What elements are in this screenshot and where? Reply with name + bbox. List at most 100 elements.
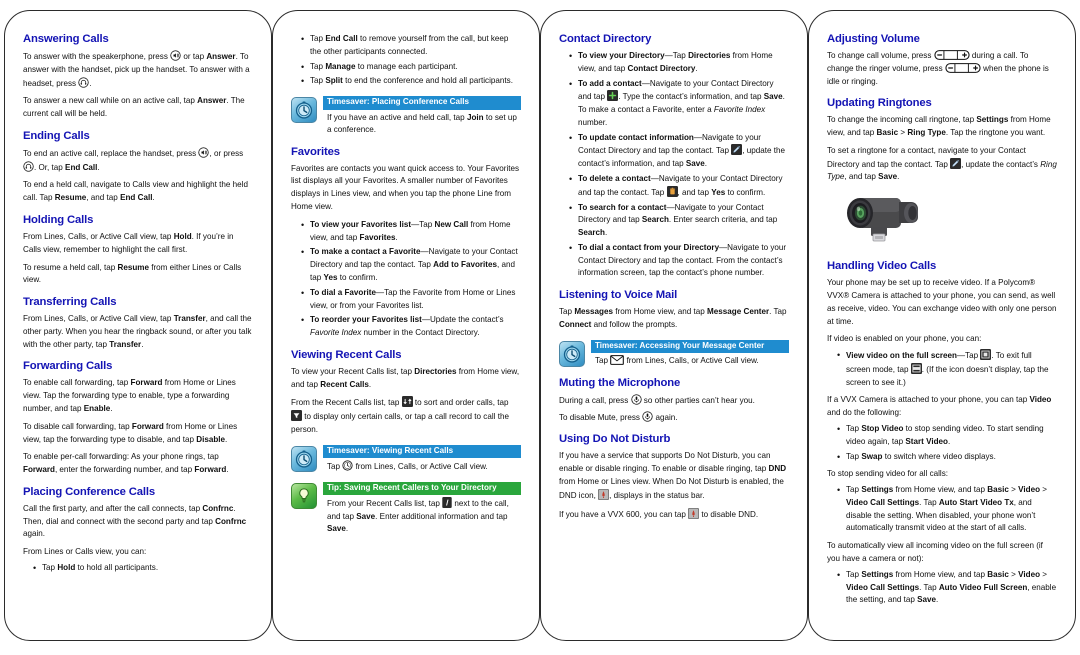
list-item: Tap Settings from Home view, and tap Bas… [837,483,1057,535]
callout-body: Timesaver: Viewing Recent Calls Tap from… [323,444,521,474]
label-settings: Settings [976,115,1009,125]
label-transfer: Transfer [173,314,206,324]
label-start-video: Start Video [905,436,948,446]
text: to confirm. [337,272,378,282]
polycom-vvx-camera-photo [827,190,1057,251]
label-settings: Settings [861,485,894,495]
label-lead: To make a contact a Favorite [310,247,421,257]
callout-title: Timesaver: Accessing Your Message Center [591,339,789,354]
text: Tap [846,451,860,461]
label-connect: Connect [559,320,592,330]
label-lead: To dial a Favorite [310,287,376,297]
label-search: Search [578,228,605,238]
delete-contact-icon [666,185,678,197]
text: to sort and order calls, tap [414,398,509,408]
label-answer: Answer [206,51,236,61]
text: from Lines, Calls, or Active Call view. [355,462,488,472]
list-item: To dial a Favorite—Tap the Favorite from… [301,286,521,313]
paragraph-conference-2: From Lines or Calls view, you can: [23,547,147,557]
label-lead: To view your Favorites list [310,219,412,229]
text: , update the contact’s [961,159,1038,169]
label-recent-calls: Recent Calls [320,379,369,389]
text: . Tap the ringtone you want. [945,128,1046,138]
text: to disable DND. [701,509,759,519]
do-not-disturb-icon [688,507,700,519]
list-video-stop-all: Tap Settings from Home view, and tap Bas… [827,483,1057,535]
text: To answer a new call while on an active … [23,96,195,106]
heading-answering-calls: Answering Calls [23,33,109,45]
callout-text: Tap from Lines, Calls, or Active Call vi… [591,355,789,368]
text: . Tap [919,497,937,507]
speakerphone-icon [198,147,210,158]
paragraph-recent-2: From the Recent Calls list, tap to sort … [291,396,521,436]
callout-timesaver-message-center: Timesaver: Accessing Your Message Center… [559,339,789,368]
text: to display only certain calls, or tap a … [291,412,509,434]
heading-placing-conference-calls: Placing Conference Calls [23,485,156,498]
callout-text: If you have an active and held call, tap… [323,112,521,137]
paragraph-ringtones-1: To change the incoming call ringtone, ta… [827,114,1057,140]
heading-using-do-not-disturb: Using Do Not Disturb [559,433,671,446]
label-video-call-settings: Video Call Settings [846,582,920,592]
label-stop-video: Stop Video [861,424,904,434]
list-item: Tap Settings from Home view, and tap Bas… [837,568,1057,607]
paragraph-video-4: To stop sending video for all calls: [827,469,949,479]
text: . [141,339,144,349]
label-lead: To add a contact [578,78,642,88]
heading-favorites: Favorites [291,145,340,158]
heading-viewing-recent-calls: Viewing Recent Calls [291,348,402,361]
label-directories: Directories [688,50,731,60]
text: . Tap [919,582,937,592]
recent-calls-clock-icon [342,460,353,471]
label-forward: Forward [131,421,164,431]
info-icon [442,497,452,509]
paragraph-favorites-1: Favorites are contacts you want quick ac… [291,163,520,212]
text: Tap [310,76,324,86]
edit-contact-icon [950,157,962,169]
label-resume: Resume [117,262,149,272]
filter-icon [291,410,302,422]
label-forward: Forward [23,465,55,475]
text: or tap [183,51,205,61]
text: . [225,434,228,444]
text: number in the Contact Directory. [361,328,480,338]
label-new-call: New Call [434,219,469,229]
text: . [704,159,707,169]
label-manage: Manage [325,61,356,71]
heading-listening-to-voice-mail: Listening to Voice Mail [559,289,678,302]
panel-column-3: Contact Directory To view your Directory… [540,10,808,641]
callout-text: From your Recent Calls list, tap next to… [323,497,521,536]
paragraph-conference-1: Call the first party, and after the call… [23,503,253,541]
label-basic: Basic [987,485,1009,495]
list-item: To update contact information—Navigate t… [569,131,789,171]
label-transfer: Transfer [109,339,142,349]
text: Tap [559,307,573,317]
list-item: Tap Stop Video to stop sending video. To… [837,422,1057,449]
label-message-center: Message Center [707,307,770,317]
heading-transferring-calls: Transferring Calls [23,296,117,309]
label-ring-type: Ring Type [907,128,946,138]
text: . [395,232,398,242]
text: > [1040,485,1047,495]
list-item: To dial a contact from your Directory—Na… [569,241,789,280]
paragraph-voicemail-1: Tap Messages from Home view, and tap Mes… [559,306,789,332]
paragraph-recent-1: To view your Recent Calls list, tap Dire… [291,366,521,392]
text: To end an active call, replace the hands… [23,148,197,158]
panel-column-1: Answering Calls To answer with the speak… [4,10,272,641]
text: Tap [310,34,324,43]
text: . [89,78,92,88]
list-item: To view your Favorites list—Tap New Call… [301,218,521,245]
list-conference-options-continued: Tap End Call to remove yourself from the… [291,32,521,88]
list-item: Tap Hold to hold all participants. [33,561,253,575]
text: If a VVX Camera is attached to your phon… [827,395,1028,405]
label-end-call: End Call [120,193,153,203]
label-lead: To view your Directory [578,50,665,60]
callout-title: Timesaver: Viewing Recent Calls [323,444,521,459]
text: . Type the contact’s information, and ta… [618,92,762,102]
label-save: Save [327,524,346,534]
text: to manage each participant. [355,61,458,71]
heading-contact-directory: Contact Directory [559,33,652,45]
text: and follow the prompts. [591,320,678,330]
label-split: Split [325,76,343,86]
label-messages: Messages [574,307,614,317]
list-video-auto-full-screen: Tap Settings from Home view, and tap Bas… [827,568,1057,607]
